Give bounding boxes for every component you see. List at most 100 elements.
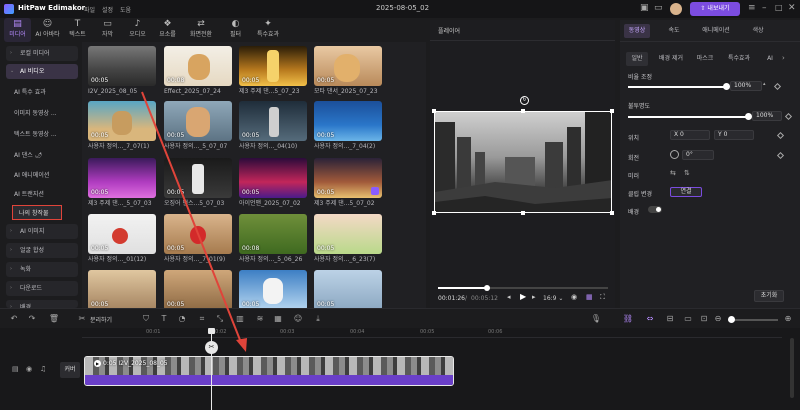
zoom-slider-knob[interactable] xyxy=(728,316,735,323)
undo-icon[interactable]: ↶ xyxy=(8,313,20,325)
media-thumb-9[interactable]: 00:05 xyxy=(88,158,156,198)
media-thumb-7[interactable]: 00:05 xyxy=(239,101,307,141)
video-clip[interactable]: ▶ 0:05 I2V_2025_08_05 xyxy=(84,356,454,386)
redo-icon[interactable]: ↷ xyxy=(26,313,38,325)
aspect-ratio-select[interactable]: 16:9 ⌄ xyxy=(543,295,563,302)
shield-icon[interactable]: ⛉ xyxy=(140,313,152,325)
playback-progress-track[interactable] xyxy=(438,285,608,291)
subtab-mask[interactable]: 마스크 xyxy=(692,52,718,66)
tool-ai-avatar[interactable]: ☺ AI 아바타 xyxy=(34,18,61,42)
tab-speed[interactable]: 속도 xyxy=(662,24,686,38)
minimize-icon[interactable]: – xyxy=(762,3,767,13)
media-thumb-6[interactable]: 00:05 xyxy=(164,101,232,141)
fullscreen-icon[interactable]: ⛶ xyxy=(600,293,605,302)
background-toggle[interactable] xyxy=(648,206,662,213)
media-thumb-19[interactable]: 00:05 xyxy=(239,270,307,308)
reset-button[interactable]: 초기화 xyxy=(754,290,784,302)
prev-frame-icon[interactable]: ◂ xyxy=(507,293,511,301)
scale-input[interactable]: 100% xyxy=(730,81,762,91)
speed-icon[interactable]: ◔ xyxy=(176,313,188,325)
sidebar-item-image-video[interactable]: 이미지 동영상 ... xyxy=(6,106,78,121)
scissors-icon[interactable]: ✂ xyxy=(76,313,88,325)
tool-audio[interactable]: ♪ 오디오 xyxy=(124,18,151,42)
playback-progress-knob[interactable] xyxy=(484,285,490,291)
crop-icon[interactable]: ⌗ xyxy=(196,313,208,325)
audio-wave-icon[interactable]: ≋ xyxy=(254,313,266,325)
person-icon[interactable]: ☺ xyxy=(292,313,304,325)
tool-subtitle[interactable]: ▭ 자막 xyxy=(94,18,121,42)
scale-stepper-icon[interactable]: ▴ xyxy=(763,81,766,87)
save-icon[interactable]: ▣ xyxy=(640,3,649,13)
tool-media[interactable]: ▤ 미디어 xyxy=(4,18,31,42)
resize-handle-tr[interactable] xyxy=(610,109,614,113)
zoom-out-icon[interactable]: ⊖ xyxy=(712,313,724,325)
mosaic-icon[interactable]: ▦ xyxy=(272,313,284,325)
tv-icon[interactable]: ▭ xyxy=(654,3,663,13)
media-thumb-20[interactable]: 00:05 xyxy=(314,270,382,308)
track-visible-icon[interactable]: ◉ xyxy=(26,365,32,373)
tool-effects[interactable]: ✦ 특수효과 xyxy=(252,18,284,42)
sidebar-local-media[interactable]: › 로컬 미디어 xyxy=(6,46,78,61)
freeze-icon[interactable]: ▥ xyxy=(234,313,246,325)
snap-icon[interactable]: ⇔ xyxy=(644,313,656,325)
zoom-slider[interactable] xyxy=(728,316,778,323)
text-tool-icon[interactable]: T xyxy=(158,313,170,325)
split-label[interactable]: 분리하기 xyxy=(90,315,112,324)
opacity-slider[interactable] xyxy=(628,113,752,120)
sidebar-item-my-creations[interactable]: 나의 창작물 xyxy=(12,205,62,220)
favorite-icon[interactable] xyxy=(371,187,379,195)
next-frame-icon[interactable]: ▸ xyxy=(532,293,536,301)
play-icon[interactable]: ▶ xyxy=(520,292,526,301)
sidebar-item-ai-animation[interactable]: AI 애니메이션 xyxy=(6,168,78,183)
sidebar-record[interactable]: › 녹화 xyxy=(6,262,78,277)
media-thumb-16[interactable]: 00:05 xyxy=(314,214,382,254)
zoom-in-icon[interactable]: ⊕ xyxy=(782,313,794,325)
close-icon[interactable]: ✕ xyxy=(788,3,796,13)
filmstrip-icon[interactable]: ▭ xyxy=(682,313,694,325)
rotation-dial-icon[interactable] xyxy=(670,150,679,159)
rotation-keyframe-icon[interactable] xyxy=(776,151,785,160)
cover-button[interactable]: 커버 xyxy=(60,362,80,378)
blend-select[interactable]: 연결 xyxy=(670,187,702,197)
scale-slider[interactable] xyxy=(628,83,730,90)
media-thumb-12[interactable]: 00:05 xyxy=(314,158,382,198)
subtab-remove-bg[interactable]: 배경 제거 xyxy=(654,52,688,66)
media-thumb-15[interactable]: 00:08 xyxy=(239,214,307,254)
split-clip-icon[interactable]: ⊟ xyxy=(664,313,676,325)
resize-icon[interactable]: ⤡ xyxy=(214,313,226,325)
media-thumb-8[interactable]: 00:05 xyxy=(314,101,382,141)
rotation-input[interactable]: 0° xyxy=(682,150,714,160)
tool-text[interactable]: T 텍스트 xyxy=(64,18,91,42)
fit-icon[interactable]: ⊡ xyxy=(698,313,710,325)
resize-handle-tl[interactable] xyxy=(432,109,436,113)
resize-handle-top[interactable] xyxy=(521,109,525,113)
tool-filter[interactable]: ◐ 필터 xyxy=(222,18,249,42)
media-thumb-13[interactable]: 00:05 xyxy=(88,214,156,254)
rotate-handle-icon[interactable]: ↻ xyxy=(520,96,529,105)
media-thumb-3[interactable]: 00:05 xyxy=(239,46,307,86)
sidebar-ai-video[interactable]: ⌄ AI 비디오 xyxy=(6,64,78,79)
link-icon[interactable]: ⛓ xyxy=(622,313,634,325)
subtab-effects[interactable]: 특수효과 xyxy=(722,52,756,66)
tab-video[interactable]: 동영상 xyxy=(624,24,650,38)
flip-horizontal-icon[interactable]: ⇆ xyxy=(670,169,676,177)
grid-icon[interactable]: ▦ xyxy=(586,293,593,301)
position-y-input[interactable]: Y 0 xyxy=(714,130,754,140)
resize-handle-br[interactable] xyxy=(610,211,614,215)
sidebar-item-ai-transition[interactable]: AI 트랜지션 xyxy=(6,187,78,202)
resize-handle-bottom[interactable] xyxy=(521,211,525,215)
tab-animation[interactable]: 애니메이션 xyxy=(696,24,736,38)
sidebar-item-ai-dance[interactable]: AI 댄스 🌶 xyxy=(6,148,78,163)
media-thumb-2[interactable]: 00:08 xyxy=(164,46,232,86)
flip-vertical-icon[interactable]: ⇅ xyxy=(684,169,690,177)
subtab-more-icon[interactable]: › xyxy=(782,54,785,62)
video-preview[interactable] xyxy=(434,111,612,213)
media-thumb-1[interactable]: 00:05 xyxy=(88,46,156,86)
sidebar-face-swap[interactable]: › 얼굴 합성 xyxy=(6,243,78,258)
media-thumb-11[interactable]: 00:05 xyxy=(239,158,307,198)
tab-color[interactable]: 색상 xyxy=(746,24,770,38)
avatar[interactable] xyxy=(670,3,682,15)
subtab-ai[interactable]: AI xyxy=(762,52,778,66)
position-keyframe-icon[interactable] xyxy=(776,131,785,140)
media-thumb-10[interactable]: 00:05 xyxy=(164,158,232,198)
